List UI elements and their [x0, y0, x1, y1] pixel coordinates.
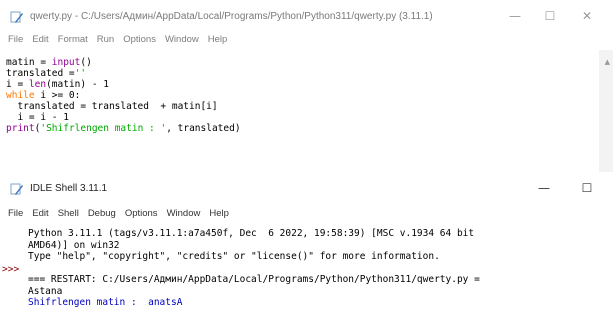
code-line: matin = input() [6, 57, 92, 68]
restart-line: === RESTART: C:/Users/Админ/AppData/Loca… [28, 274, 480, 285]
minimize-button[interactable]: — [504, 7, 526, 25]
menu-debug[interactable]: Debug [88, 206, 116, 222]
minimize-button[interactable]: — [533, 179, 555, 197]
menu-format[interactable]: Format [58, 34, 88, 45]
shell-titlebar[interactable]: IDLE Shell 3.11.1 — ☐ [0, 172, 613, 206]
editor-titlebar[interactable]: qwerty.py - C:/Users/Админ/AppData/Local… [0, 0, 613, 34]
menu-options[interactable]: Options [123, 34, 156, 45]
menu-window[interactable]: Window [167, 206, 201, 222]
idle-app-icon [10, 183, 23, 195]
shell-menubar: File Edit Shell Debug Options Window Help [0, 206, 613, 224]
menu-file[interactable]: File [8, 34, 23, 45]
banner-line: AMD64)] on win32 [28, 239, 120, 251]
user-input-line: Astana [28, 285, 63, 297]
shell-window: IDLE Shell 3.11.1 — ☐ File Edit Shell Debug… [0, 172, 613, 320]
idle-app-icon [10, 11, 23, 23]
editor-menubar: File Edit Format Run Options Window Help [0, 34, 613, 50]
menu-shell[interactable]: Shell [58, 206, 79, 222]
maximize-button[interactable]: ☐ [539, 7, 561, 25]
shell-output[interactable]: Python 3.11.1 (tags/v3.11.1:a7a450f, Dec… [28, 228, 613, 309]
menu-window[interactable]: Window [165, 34, 199, 45]
editor-scrollbar[interactable] [599, 50, 613, 172]
code-line: while i >= 0: [6, 90, 81, 101]
code-line: translated = translated + matin[i] [6, 101, 218, 112]
shell-title: IDLE Shell 3.11.1 [30, 183, 108, 194]
shell-prompt: >>> [2, 264, 20, 275]
menu-file[interactable]: File [8, 206, 23, 222]
program-output-line: Shifrlengen matin : anatsA [28, 297, 183, 308]
close-button[interactable]: ✕ [576, 7, 598, 25]
maximize-button[interactable]: ☐ [576, 179, 598, 197]
menu-help[interactable]: Help [209, 206, 229, 222]
menu-edit[interactable]: Edit [32, 206, 48, 222]
menu-edit[interactable]: Edit [32, 34, 48, 45]
editor-title: qwerty.py - C:/Users/Админ/AppData/Local… [30, 11, 433, 22]
menu-help[interactable]: Help [208, 34, 228, 45]
editor-window: qwerty.py - C:/Users/Админ/AppData/Local… [0, 0, 613, 172]
code-line: i = i - 1 [6, 112, 69, 123]
scroll-up-arrow-icon[interactable]: ▲ [605, 58, 610, 66]
code-line: translated ='' [6, 68, 87, 79]
code-line: i = len(matin) - 1 [6, 79, 109, 90]
banner-line: Python 3.11.1 (tags/v3.11.1:a7a450f, Dec… [28, 228, 475, 239]
banner-line: Type "help", "copyright", "credits" or "… [28, 251, 440, 262]
menu-run[interactable]: Run [97, 34, 114, 45]
menu-options[interactable]: Options [125, 206, 158, 222]
shell-prompt-sidebar: >>> [0, 226, 24, 320]
code-line: print('Shifrlengen matin : ', translated… [6, 123, 241, 134]
code-editor[interactable]: matin = input() translated ='' i = len(m… [6, 57, 593, 134]
